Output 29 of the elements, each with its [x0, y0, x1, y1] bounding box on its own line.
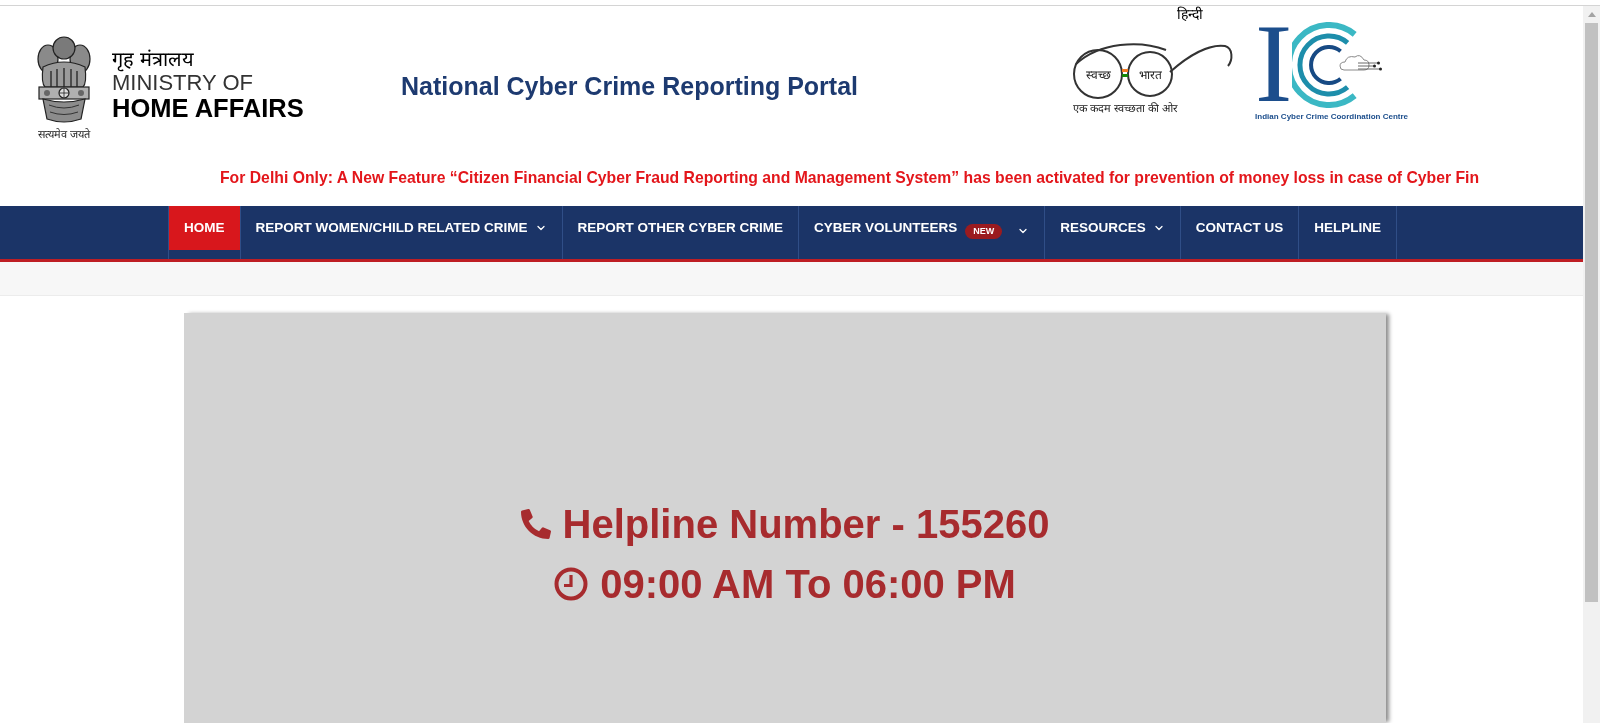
language-link[interactable]: हिन्दी: [1177, 6, 1204, 22]
swachh-tagline: एक कदम स्वच्छता की ओर: [1073, 102, 1179, 115]
motto-text: सत्यमेव जयते: [37, 128, 91, 141]
logo-caption: Indian Cyber Crime Coordination Centre: [1255, 112, 1408, 122]
scrollbar-track[interactable]: [1583, 6, 1600, 723]
logo-word: भारत: [1138, 68, 1162, 82]
clock-icon: [554, 567, 589, 601]
portal-title: National Cyber Crime Reporting Portal: [401, 72, 859, 100]
crescent-cloud-icon: [1292, 22, 1385, 108]
nav-menu-item[interactable]: REPORT OTHER CYBER CRIME: [562, 206, 798, 250]
spectacles-icon: [1073, 43, 1233, 99]
nav-menu-item[interactable]: HOME: [169, 206, 240, 250]
logo-letter: I: [1255, 22, 1293, 104]
nav-menu-item[interactable]: REPORT WOMEN/CHILD RELATED CRIME: [240, 206, 562, 250]
nav-menu-item[interactable]: CYBER VOLUNTEERS NEW: [799, 206, 1045, 250]
logo-word: स्वच्छ: [1085, 68, 1111, 82]
announcement-text: For Delhi Only: A New Feature “Citizen Financial Cyber Fraud Reporting and Management System” has been activated for prevention of money loss in case of Cyber Fin: [220, 168, 1480, 188]
ministry-line: MINISTRY OF: [112, 71, 253, 95]
nav-menu-item[interactable]: CONTACT US: [1180, 206, 1299, 250]
new-badge: NEW: [965, 223, 1003, 239]
phone-icon: [520, 509, 551, 539]
helpline-number: Helpline Number - 155260: [562, 501, 1050, 548]
helpline-hours: 09:00 AM To 06:00 PM: [600, 561, 1016, 608]
nav-menu-item[interactable]: RESOURCES: [1045, 206, 1180, 250]
nav-menu-item[interactable]: HELPLINE: [1299, 206, 1397, 250]
ministry-hindi-text: गृह मंत्रालय: [112, 47, 194, 71]
scroll-up-arrow-icon[interactable]: [1587, 12, 1596, 17]
home-affairs-line: HOME AFFAIRS: [112, 95, 304, 121]
scrollbar-thumb[interactable]: [1585, 23, 1598, 602]
